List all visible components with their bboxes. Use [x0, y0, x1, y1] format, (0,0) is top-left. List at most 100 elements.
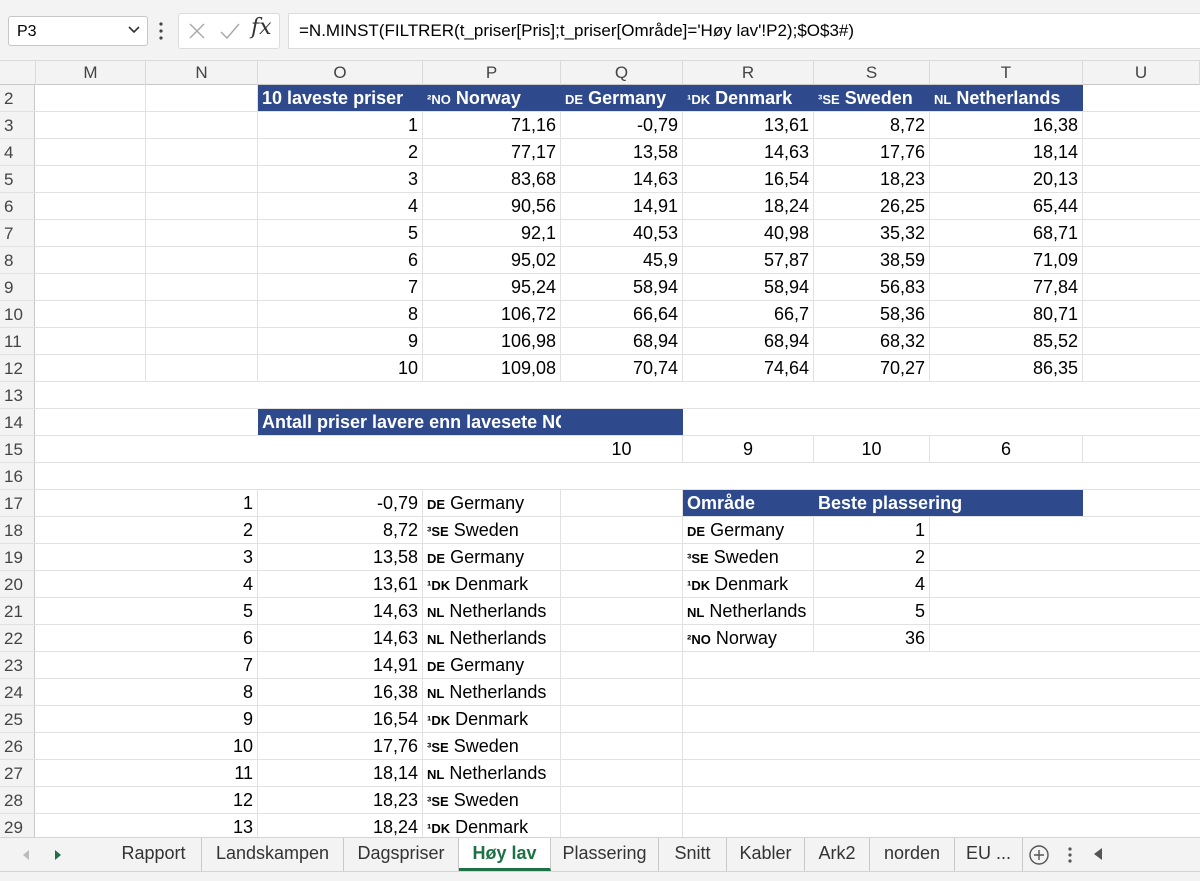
worksheet-grid[interactable]: 2 10 laveste priser ²NO Norway DE German… — [0, 85, 1200, 837]
column-header[interactable]: R — [683, 61, 814, 85]
rank-cell[interactable]: 11 — [146, 760, 258, 786]
price-cell[interactable]: 40,98 — [683, 220, 814, 246]
price-cell[interactable]: 58,94 — [683, 274, 814, 300]
area-cell[interactable]: ¹DK Denmark — [423, 571, 561, 597]
price-cell[interactable]: 86,35 — [930, 355, 1083, 381]
price-cell[interactable]: 70,27 — [814, 355, 930, 381]
price-cell[interactable]: 66,64 — [561, 301, 683, 327]
price-cell[interactable]: 14,63 — [683, 139, 814, 165]
cell[interactable] — [561, 706, 683, 732]
cell[interactable] — [561, 814, 683, 837]
area-cell[interactable]: NL Netherlands — [423, 760, 561, 786]
price-cell[interactable]: 106,98 — [423, 328, 561, 354]
price-cell[interactable]: 14,63 — [258, 598, 423, 624]
price-cell[interactable]: 70,74 — [561, 355, 683, 381]
price-cell[interactable]: 16,54 — [683, 166, 814, 192]
rank-cell[interactable]: 7 — [258, 274, 423, 300]
price-cell[interactable]: 13,61 — [683, 112, 814, 138]
price-cell[interactable]: 18,23 — [258, 787, 423, 813]
cell[interactable] — [561, 760, 683, 786]
cell[interactable] — [561, 679, 683, 705]
cell[interactable] — [146, 247, 258, 273]
price-cell[interactable]: 68,94 — [683, 328, 814, 354]
price-cell[interactable]: 18,24 — [683, 193, 814, 219]
chevron-down-icon[interactable] — [127, 22, 141, 36]
area-cell[interactable]: ³SE Sweden — [423, 787, 561, 813]
price-cell[interactable]: 18,14 — [258, 760, 423, 786]
row-header[interactable]: 7 — [0, 220, 35, 246]
row-header[interactable]: 28 — [0, 787, 35, 813]
column-header[interactable]: U — [1083, 61, 1200, 85]
price-cell[interactable]: 16,38 — [258, 679, 423, 705]
row-header[interactable]: 5 — [0, 166, 35, 192]
price-cell[interactable]: 14,63 — [258, 625, 423, 651]
rank-cell[interactable]: 4 — [146, 571, 258, 597]
area-cell[interactable]: NL Netherlands — [423, 679, 561, 705]
area-cell[interactable]: NL Netherlands — [423, 625, 561, 651]
rank-cell[interactable]: 1 — [146, 490, 258, 516]
column-header[interactable]: P — [423, 61, 561, 85]
price-cell[interactable]: 8,72 — [814, 112, 930, 138]
price-cell[interactable]: 65,44 — [930, 193, 1083, 219]
price-cell[interactable]: 58,94 — [561, 274, 683, 300]
cell[interactable] — [561, 544, 683, 570]
column-header[interactable]: Q — [561, 61, 683, 85]
placement-rank[interactable]: 2 — [814, 544, 930, 570]
sheet-tab[interactable]: Kabler — [727, 838, 805, 871]
cell[interactable] — [36, 328, 146, 354]
more-options-icon[interactable] — [156, 18, 166, 44]
row-header[interactable]: 8 — [0, 247, 35, 273]
column-header[interactable]: S — [814, 61, 930, 85]
row-header[interactable]: 15 — [0, 436, 35, 462]
sheet-tab[interactable]: norden — [870, 838, 955, 871]
price-cell[interactable]: 71,09 — [930, 247, 1083, 273]
placement-area[interactable]: NL Netherlands — [683, 598, 814, 624]
price-cell[interactable]: 20,13 — [930, 166, 1083, 192]
price-cell[interactable]: 26,25 — [814, 193, 930, 219]
cell[interactable] — [36, 355, 146, 381]
sheet-tab[interactable]: Plassering — [551, 838, 659, 871]
row-header[interactable]: 18 — [0, 517, 35, 543]
price-cell[interactable]: 17,76 — [258, 733, 423, 759]
column-header[interactable]: T — [930, 61, 1083, 85]
area-cell[interactable]: ¹DK Denmark — [423, 706, 561, 732]
row-header[interactable]: 16 — [0, 463, 35, 489]
price-cell[interactable]: 83,68 — [423, 166, 561, 192]
rank-cell[interactable]: 4 — [258, 193, 423, 219]
area-cell[interactable]: DE Germany — [423, 652, 561, 678]
placement-area[interactable]: ²NO Norway — [683, 625, 814, 651]
cell[interactable] — [36, 85, 146, 111]
sheet-tab[interactable]: EU ... — [955, 838, 1023, 871]
cell[interactable] — [561, 490, 683, 516]
cell[interactable] — [36, 274, 146, 300]
cell[interactable] — [561, 598, 683, 624]
sheet-tab[interactable]: Dagspriser — [344, 838, 459, 871]
price-cell[interactable]: 58,36 — [814, 301, 930, 327]
cell[interactable] — [146, 112, 258, 138]
placement-rank[interactable]: 5 — [814, 598, 930, 624]
cell[interactable] — [561, 517, 683, 543]
row-header[interactable]: 20 — [0, 571, 35, 597]
cell[interactable] — [36, 193, 146, 219]
row-header[interactable]: 9 — [0, 274, 35, 300]
sheet-tab[interactable]: Ark2 — [805, 838, 870, 871]
placement-header-rank[interactable]: Beste plassering — [814, 490, 1083, 516]
count-value[interactable]: 9 — [683, 436, 814, 462]
price-cell[interactable]: 16,54 — [258, 706, 423, 732]
rank-cell[interactable]: 7 — [146, 652, 258, 678]
cell[interactable] — [146, 85, 258, 111]
rank-cell[interactable]: 6 — [258, 247, 423, 273]
row-header[interactable]: 11 — [0, 328, 35, 354]
price-cell[interactable]: 74,64 — [683, 355, 814, 381]
country-header[interactable]: NL Netherlands — [930, 85, 1083, 111]
area-cell[interactable]: ³SE Sweden — [423, 733, 561, 759]
row-header[interactable]: 4 — [0, 139, 35, 165]
scroll-bar-left-icon[interactable] — [1092, 847, 1104, 861]
row-header[interactable]: 10 — [0, 301, 35, 327]
area-cell[interactable]: ³SE Sweden — [423, 517, 561, 543]
price-cell[interactable]: 56,83 — [814, 274, 930, 300]
rank-cell[interactable]: 5 — [146, 598, 258, 624]
cell[interactable] — [561, 787, 683, 813]
count-value[interactable]: 6 — [930, 436, 1083, 462]
rank-cell[interactable]: 8 — [258, 301, 423, 327]
